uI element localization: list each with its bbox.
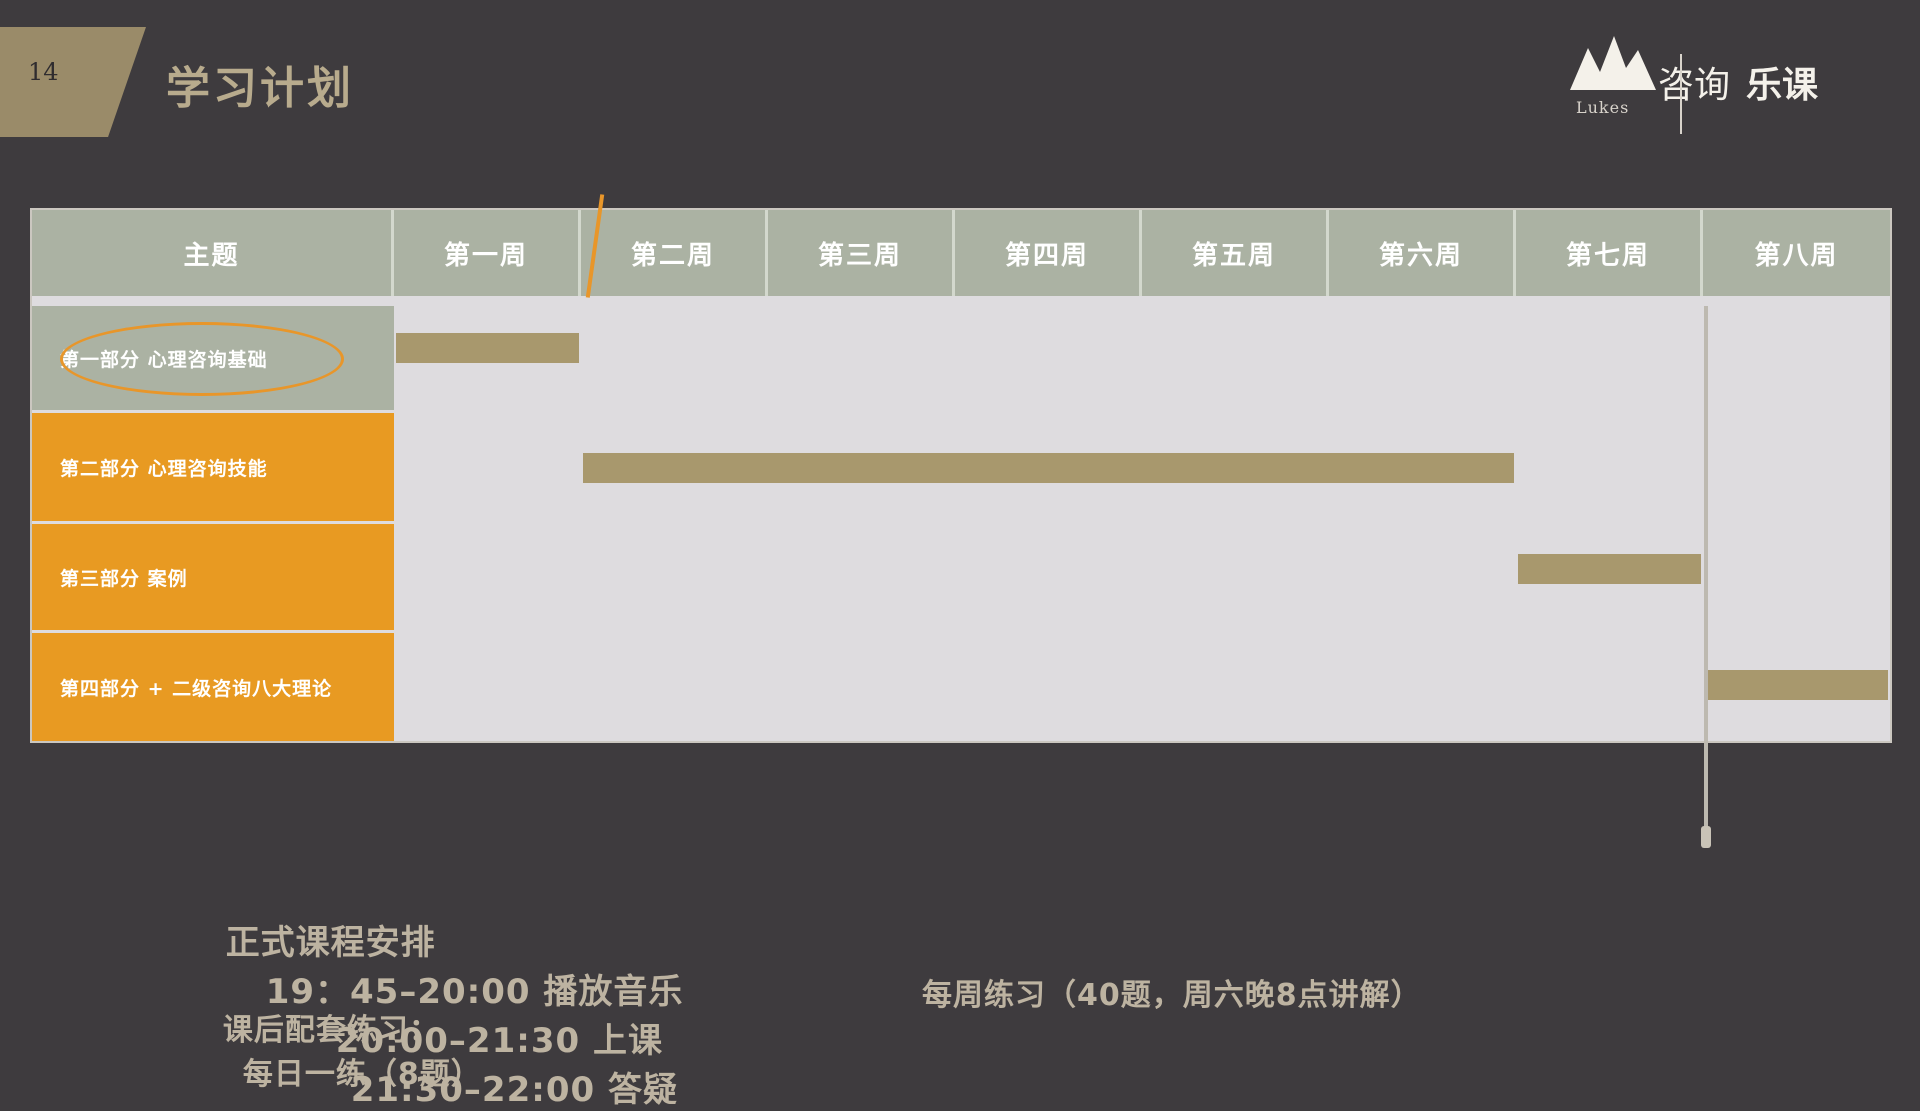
brand-text-2: 乐课 <box>1746 65 1819 106</box>
gantt-bar-part-4 <box>1705 670 1888 700</box>
brand-text-1: 咨询 <box>1658 65 1731 106</box>
gantt-bar-part-1 <box>396 333 579 363</box>
brand-logo-mark-icon <box>1570 36 1656 90</box>
gantt-bar-part-2 <box>583 453 1514 483</box>
gantt-bar-part-3 <box>1518 554 1701 584</box>
header-topic: 主题 <box>32 210 394 296</box>
row-label-part-2: 第二部分 心理咨询技能 <box>32 413 394 521</box>
schedule-label: 正式课程安排 <box>225 923 436 963</box>
timeline-pointer-tip <box>1701 826 1711 848</box>
header-week-4: 第四周 <box>955 210 1142 296</box>
header-week-2: 第二周 <box>581 210 768 296</box>
brand-subtitle: Lukes <box>1576 98 1630 117</box>
practice-weekly: 每周练习（40题，周六晚8点讲解） <box>922 978 1422 1013</box>
row-label-part-4: 第四部分 + 二级咨询八大理论 <box>32 633 394 741</box>
header-week-1: 第一周 <box>394 210 581 296</box>
timeline-pointer <box>1704 743 1708 838</box>
page-number-tab <box>0 27 146 137</box>
practice-daily: 每日一练（8题） <box>242 1057 482 1092</box>
week-8-divider <box>1704 306 1708 745</box>
header-week-6: 第六周 <box>1329 210 1516 296</box>
logo-divider <box>1680 54 1682 134</box>
row-label-part-3: 第三部分 案例 <box>32 524 394 630</box>
practice-label: 课后配套练习： 每日一练（8题） <box>222 1013 482 1092</box>
header-week-8: 第八周 <box>1754 240 1839 271</box>
header-week-5: 第五周 <box>1142 210 1329 296</box>
brand-logo: 咨询 乐课 Lukes <box>1568 24 1898 134</box>
table-header-row: 主题 第一周 第二周 第三周 第四周 第五周 第六周 第七周 第八周 <box>32 210 1890 296</box>
header-week-7: 第七周 <box>1516 210 1703 296</box>
page-title: 学习计划 <box>166 63 354 114</box>
highlight-oval <box>60 322 344 396</box>
page-number: 14 <box>28 58 59 86</box>
header-week-3: 第三周 <box>768 210 955 296</box>
study-plan-table: 主题 第一周 第二周 第三周 第四周 第五周 第六周 第七周 第八周 第一部分 … <box>30 194 1892 745</box>
